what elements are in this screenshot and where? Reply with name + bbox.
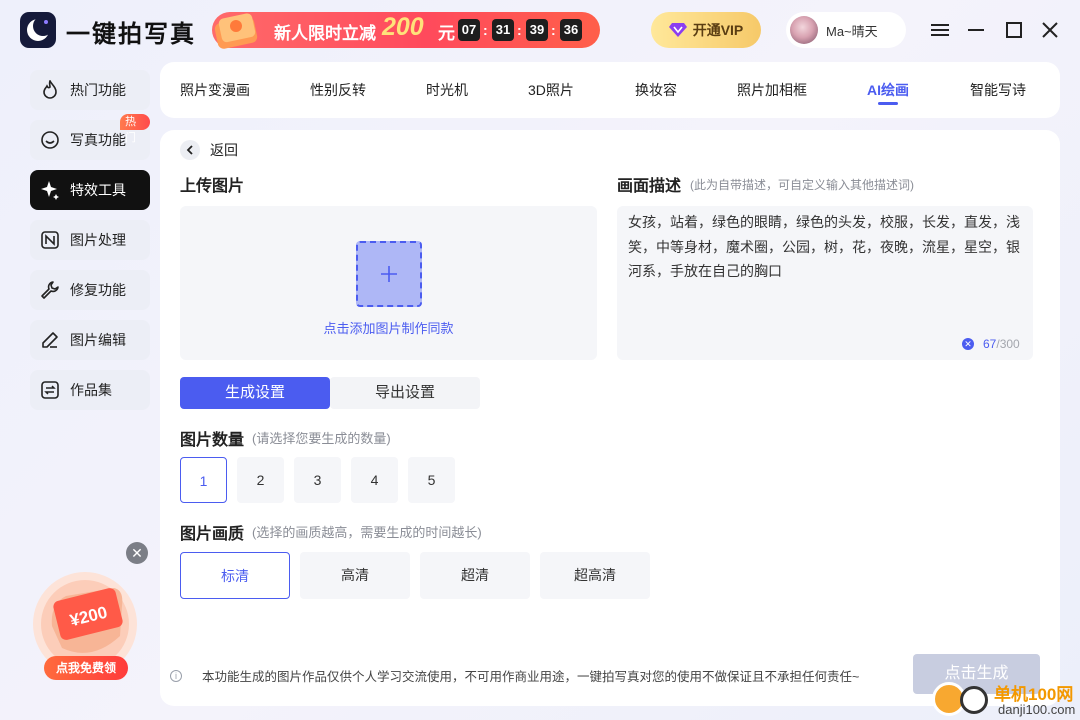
sidebar-item-label: 写真功能 xyxy=(70,132,126,148)
title-bar: 一键拍写真 新人限时立减 200 元 07 : 31 : 39 : 36 开通V… xyxy=(0,0,1080,60)
image-quality-title: 图片画质 xyxy=(180,526,245,543)
countdown-seconds: 39 xyxy=(526,19,548,41)
close-icon xyxy=(1042,22,1058,38)
sidebar-item-label: 热门功能 xyxy=(70,82,126,98)
minimize-icon xyxy=(968,29,984,31)
sidebar-item-effects[interactable]: 特效工具 xyxy=(30,170,150,210)
sidebar-item-label: 图片编辑 xyxy=(70,332,126,348)
avatar xyxy=(790,16,818,44)
vip-button[interactable]: 开通VIP xyxy=(651,12,761,48)
quality-option-uhd[interactable]: 超高清 xyxy=(540,552,650,599)
image-process-icon xyxy=(40,230,60,250)
countdown-separator: : xyxy=(517,22,522,38)
minimize-button[interactable] xyxy=(964,18,988,42)
gift-icon xyxy=(214,13,258,49)
maximize-button[interactable] xyxy=(1002,18,1026,42)
sidebar-item-portrait[interactable]: 写真功能 热门 xyxy=(30,114,150,160)
clear-text-icon[interactable]: ✕ xyxy=(962,338,974,350)
tab-export-settings[interactable]: 导出设置 xyxy=(330,377,480,409)
tab-3d-photo[interactable]: 3D照片 xyxy=(528,62,574,118)
count-option-5[interactable]: 5 xyxy=(408,457,455,503)
sidebar-item-hot[interactable]: 热门功能 xyxy=(30,70,150,110)
username: Ma~晴天 xyxy=(826,23,878,39)
quality-option-fhd[interactable]: 超清 xyxy=(420,552,530,599)
char-max: /300 xyxy=(996,337,1020,351)
count-option-3[interactable]: 3 xyxy=(294,457,341,503)
coupon-close-button[interactable]: ✕ xyxy=(126,542,148,564)
app-title: 一键拍写真 xyxy=(66,21,196,48)
tab-ai-painting[interactable]: AI绘画 xyxy=(867,62,909,118)
countdown-separator: : xyxy=(483,22,488,38)
quality-option-hd[interactable]: 高清 xyxy=(300,552,410,599)
sidebar-item-album[interactable]: 作品集 xyxy=(30,370,150,410)
sidebar-item-edit[interactable]: 图片编辑 xyxy=(30,320,150,360)
wrench-icon xyxy=(40,280,60,300)
countdown-minutes: 31 xyxy=(492,19,514,41)
vip-label: 开通VIP xyxy=(692,22,744,38)
tab-time-machine[interactable]: 时光机 xyxy=(426,62,468,118)
char-counter: ✕ 67/300 xyxy=(962,337,1020,351)
description-title: 画面描述 xyxy=(617,178,682,195)
promo-banner[interactable]: 新人限时立减 200 元 07 : 31 : 39 : 36 xyxy=(212,12,600,49)
chevron-left-icon xyxy=(180,140,200,160)
promo-text: 新人限时立减 xyxy=(274,24,376,43)
feature-tabs: 照片变漫画 性别反转 时光机 3D照片 换妆容 照片加相框 AI绘画 智能写诗 xyxy=(160,62,1060,118)
close-button[interactable] xyxy=(1038,18,1062,42)
disclaimer: i 本功能生成的图片作品仅供个人学习交流使用，不可用作商业用途，一键拍写真对您的… xyxy=(170,666,859,685)
watermark-plus-icon xyxy=(960,686,988,714)
upload-title: 上传图片 xyxy=(180,178,245,195)
image-count-subtitle: (请选择您要生成的数量) xyxy=(252,431,391,446)
countdown-hours: 07 xyxy=(458,19,480,41)
active-tab-indicator xyxy=(878,102,898,105)
countdown-separator: : xyxy=(551,22,556,38)
hot-badge: 热门 xyxy=(120,114,150,144)
smile-icon xyxy=(40,130,60,150)
sidebar-item-label: 图片处理 xyxy=(70,232,126,248)
watermark-url: danji100.com xyxy=(998,702,1076,717)
app-logo xyxy=(20,12,56,48)
promo-amount: 200 xyxy=(382,13,424,41)
description-text[interactable]: 女孩，站着，绿色的眼睛，绿色的头发，校服，长发，直发，浅笑，中等身材，魔术圈，公… xyxy=(628,210,1028,284)
promo-unit: 元 xyxy=(438,24,455,43)
flame-icon xyxy=(40,80,60,100)
tab-photo-frame[interactable]: 照片加相框 xyxy=(737,62,807,118)
count-option-2[interactable]: 2 xyxy=(237,457,284,503)
sidebar-item-label: 作品集 xyxy=(70,382,112,398)
upload-hint[interactable]: 点击添加图片制作同款 xyxy=(180,318,597,337)
claim-coupon-button[interactable]: 点我免费领 xyxy=(44,656,128,680)
diamond-icon xyxy=(668,23,687,37)
sparkle-icon xyxy=(40,180,60,200)
disclaimer-text: 本功能生成的图片作品仅供个人学习交流使用，不可用作商业用途，一键拍写真对您的使用… xyxy=(202,670,860,684)
sidebar-item-image-process[interactable]: 图片处理 xyxy=(30,220,150,260)
add-image-button[interactable] xyxy=(356,241,422,307)
image-count-title: 图片数量 xyxy=(180,432,245,449)
hamburger-icon xyxy=(931,24,949,36)
char-count: 67 xyxy=(983,337,997,351)
description-subtitle: (此为自带描述，可自定义输入其他描述词) xyxy=(690,178,914,192)
plus-icon xyxy=(381,266,397,282)
edit-icon xyxy=(40,330,60,350)
info-icon: i xyxy=(170,669,182,682)
sidebar-item-repair[interactable]: 修复功能 xyxy=(30,270,150,310)
close-icon: ✕ xyxy=(131,544,143,561)
count-option-1[interactable]: 1 xyxy=(180,457,227,503)
tab-gender-swap[interactable]: 性别反转 xyxy=(310,62,366,118)
tab-makeup[interactable]: 换妆容 xyxy=(635,62,677,118)
sidebar-item-label: 特效工具 xyxy=(70,182,126,198)
image-quality-subtitle: (选择的画质越高，需要生成的时间越长) xyxy=(252,525,482,540)
watermark: 单机100网 danji100.com xyxy=(932,680,1080,720)
user-profile[interactable]: Ma~晴天 xyxy=(786,12,906,48)
count-option-4[interactable]: 4 xyxy=(351,457,398,503)
sidebar-item-label: 修复功能 xyxy=(70,282,126,298)
tab-generate-settings[interactable]: 生成设置 xyxy=(180,377,330,409)
menu-button[interactable] xyxy=(928,18,952,42)
album-icon xyxy=(40,380,60,400)
countdown-centiseconds: 36 xyxy=(560,19,582,41)
back-label: 返回 xyxy=(210,142,238,158)
tab-smart-poetry[interactable]: 智能写诗 xyxy=(970,62,1026,118)
back-button[interactable]: 返回 xyxy=(180,140,238,160)
tab-photo-to-comic[interactable]: 照片变漫画 xyxy=(180,62,250,118)
quality-option-sd[interactable]: 标清 xyxy=(180,552,290,599)
maximize-icon xyxy=(1006,22,1022,38)
